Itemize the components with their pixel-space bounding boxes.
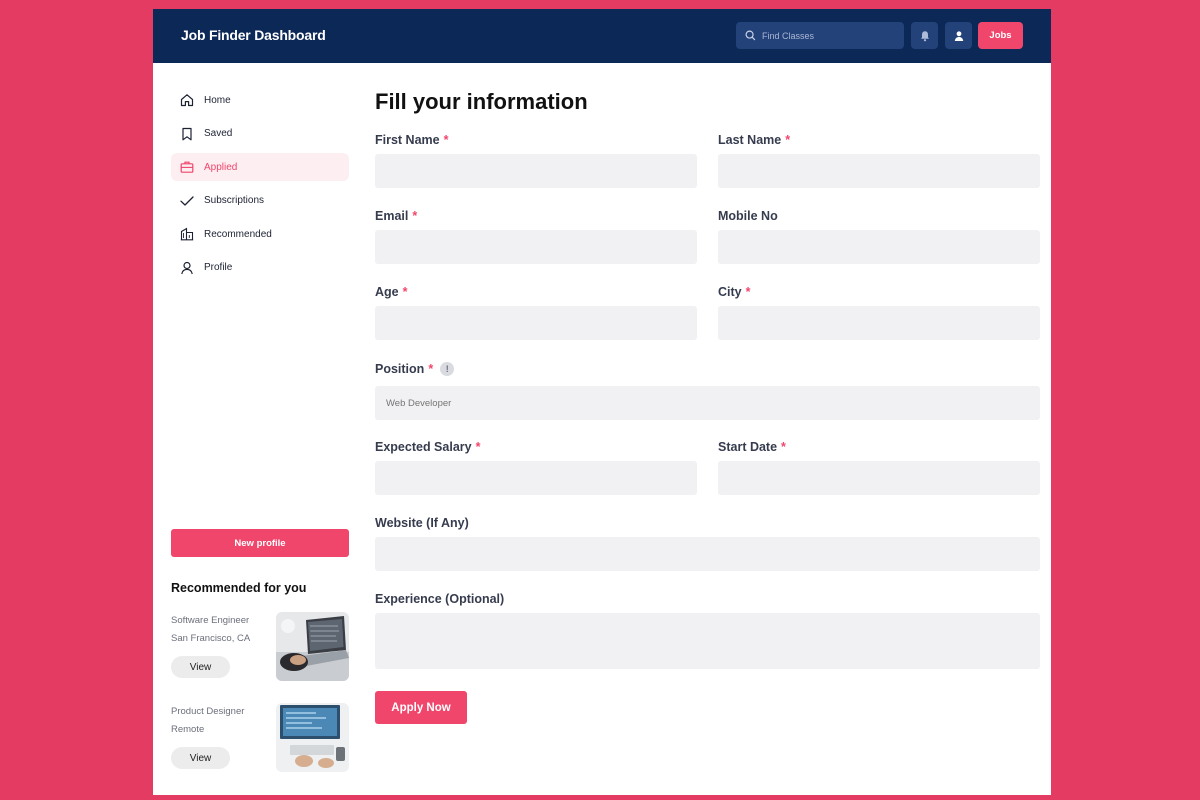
experience-label: Experience (Optional)	[375, 592, 504, 606]
search-input[interactable]	[762, 30, 902, 41]
field-label-text: Last Name	[718, 133, 782, 147]
required-marker: *	[475, 440, 481, 454]
experience-field[interactable]	[375, 613, 1040, 669]
app-window: Job Finder Dashboard Jobs	[153, 9, 1051, 795]
view-button[interactable]: View	[171, 747, 230, 769]
job-thumbnail[interactable]	[276, 612, 349, 681]
city-field[interactable]	[718, 306, 1040, 340]
position-field[interactable]	[375, 386, 1040, 420]
start-date-field[interactable]	[718, 461, 1040, 495]
required-marker: *	[785, 133, 791, 147]
mobile-field[interactable]	[718, 230, 1040, 264]
field-label-text: Position	[375, 362, 425, 376]
notifications-button[interactable]	[911, 22, 938, 49]
first-name-field[interactable]	[375, 154, 697, 188]
last-name-field[interactable]	[718, 154, 1040, 188]
first-name-label: First Name *	[375, 133, 448, 147]
field-label-text: Experience (Optional)	[375, 592, 505, 606]
user-icon	[181, 261, 193, 275]
top-bar: Job Finder Dashboard Jobs	[153, 9, 1051, 63]
bell-icon	[920, 30, 929, 41]
sidebar-item-applied[interactable]: Applied	[171, 153, 349, 182]
field-label-text: Start Date	[718, 440, 778, 454]
sidebar-item-home[interactable]: Home	[171, 86, 349, 114]
age-label: Age *	[375, 285, 408, 299]
recommended-card: Product Designer Remote View	[171, 703, 349, 773]
account-button[interactable]	[945, 22, 972, 49]
field-label-text: Email	[375, 209, 409, 223]
field-label-text: Website (If Any)	[375, 516, 469, 530]
laptop-photo	[276, 612, 349, 681]
sidebar-item-label: Saved	[204, 128, 233, 140]
search-box[interactable]	[736, 22, 904, 49]
apply-now-button[interactable]: Apply Now	[375, 691, 467, 724]
app-title: Job Finder Dashboard	[181, 27, 326, 43]
sidebar-item-subscriptions[interactable]: Subscriptions	[171, 187, 349, 215]
view-button[interactable]: View	[171, 656, 230, 678]
required-marker: *	[745, 285, 751, 299]
jobs-button[interactable]: Jobs	[978, 22, 1023, 49]
position-label: Position * !	[375, 362, 455, 376]
sidebar-item-label: Subscriptions	[204, 195, 265, 207]
field-label-text: Mobile No	[718, 209, 778, 223]
expected-salary-label: Expected Salary *	[375, 440, 480, 454]
search-icon	[745, 30, 756, 41]
info-icon[interactable]: !	[440, 362, 455, 376]
required-marker: *	[781, 440, 786, 454]
field-label-text: Age	[375, 285, 399, 299]
bookmark-icon	[182, 127, 192, 140]
form-title: Fill your information	[375, 89, 588, 114]
sidebar-nav: Home Saved Applied Subscriptions Recomme…	[171, 86, 349, 288]
mobile-label: Mobile No	[718, 209, 778, 223]
website-label: Website (If Any)	[375, 516, 469, 530]
sidebar-item-saved[interactable]: Saved	[171, 120, 349, 148]
expected-salary-field[interactable]	[375, 461, 697, 495]
sidebar-item-label: Recommended	[204, 228, 272, 240]
email-field[interactable]	[375, 230, 697, 264]
user-icon	[954, 30, 963, 41]
field-label-text: City	[718, 285, 742, 299]
required-marker: *	[428, 362, 434, 376]
desktop-photo	[276, 703, 349, 772]
recommended-card: Software Engineer San Francisco, CA View	[171, 612, 349, 682]
check-icon	[180, 196, 194, 206]
required-marker: *	[412, 209, 418, 223]
required-marker: *	[443, 133, 449, 147]
required-marker: *	[402, 285, 408, 299]
sidebar-item-label: Home	[204, 94, 231, 106]
recommended-title: Recommended for you	[171, 581, 307, 595]
city-label: City *	[718, 285, 751, 299]
building-icon	[180, 228, 194, 241]
new-profile-button[interactable]: New profile	[171, 529, 349, 557]
field-label-text: Expected Salary	[375, 440, 472, 454]
sidebar-item-label: Applied	[204, 161, 238, 173]
sidebar-item-recommended[interactable]: Recommended	[171, 220, 349, 248]
briefcase-icon	[180, 161, 194, 173]
field-label-text: First Name	[375, 133, 440, 147]
website-field[interactable]	[375, 537, 1040, 571]
sidebar-item-profile[interactable]: Profile	[171, 254, 349, 282]
email-label: Email *	[375, 209, 417, 223]
job-thumbnail[interactable]	[276, 703, 349, 772]
home-icon	[180, 94, 194, 107]
last-name-label: Last Name *	[718, 133, 790, 147]
start-date-label: Start Date *	[718, 440, 786, 454]
age-field[interactable]	[375, 306, 697, 340]
sidebar-item-label: Profile	[204, 262, 233, 274]
